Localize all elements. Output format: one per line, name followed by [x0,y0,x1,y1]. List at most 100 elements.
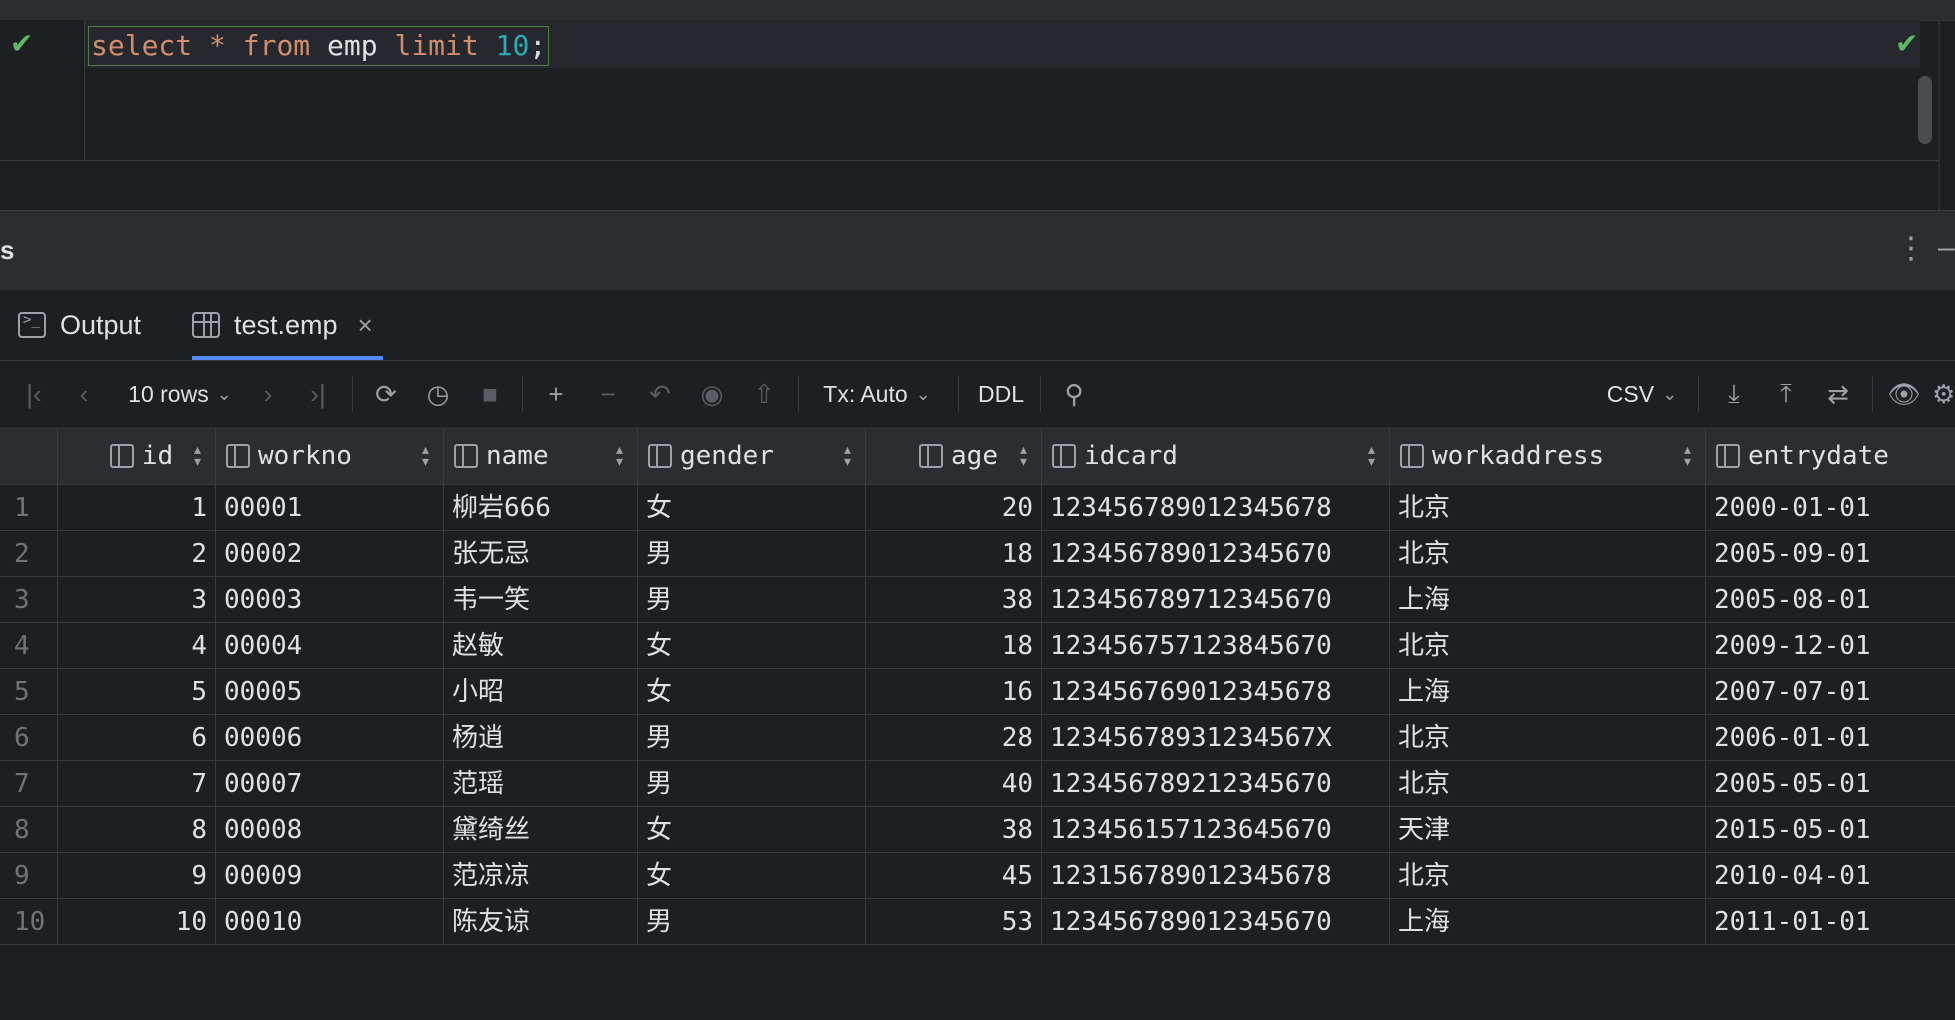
add-row-icon[interactable]: + [538,374,574,414]
cell-gender[interactable]: 女 [638,485,866,531]
table-row[interactable]: 5 5 00005 小昭女 16 123456769012345678 上海 2007-07-… [0,669,1955,715]
more-options-icon[interactable]: ⋮ [1896,231,1926,266]
close-tab-icon[interactable]: × [358,310,373,341]
cell-workno[interactable]: 00006 [216,715,444,761]
cell-age[interactable]: 45 [866,853,1042,899]
table-row[interactable]: 6 6 00006 杨逍男 28 12345678931234567X 北京 2006-01-… [0,715,1955,761]
cell-name[interactable]: 张无忌 [444,531,638,577]
cell-name[interactable]: 陈友谅 [444,899,638,945]
sql-statement[interactable]: select * from emp limit 10; [88,26,550,66]
download-icon[interactable]: ⤓ [1716,374,1752,414]
cell-gender[interactable]: 男 [638,715,866,761]
cell-id[interactable]: 6 [58,715,216,761]
view-eye-icon[interactable]: 👁 [1886,374,1922,414]
table-row[interactable]: 7 7 00007 范瑶男 40 123456789212345670 北京 2005-05-… [0,761,1955,807]
cell-entrydate[interactable]: 2005-05-01 [1706,761,1955,807]
editor-scrollbar[interactable] [1918,76,1932,144]
cell-id[interactable]: 2 [58,531,216,577]
transaction-mode-dropdown[interactable]: Tx: Auto ⌄ [818,374,936,414]
column-header-age[interactable]: age ▴ ▾ [866,427,1042,485]
cell-id[interactable]: 1 [58,485,216,531]
cell-idcard[interactable]: 123456789012345678 [1042,485,1390,531]
cell-age[interactable]: 28 [866,715,1042,761]
cell-id[interactable]: 4 [58,623,216,669]
stop-icon[interactable]: ■ [472,374,508,414]
cell-workaddress[interactable]: 天津 [1390,807,1706,853]
cell-workno[interactable]: 00001 [216,485,444,531]
table-row[interactable]: 1 1 00001 柳岩666 女 20 123456789012345678 北京 2000-… [0,485,1955,531]
column-header-idcard[interactable]: idcard ▴ ▾ [1042,427,1390,485]
cell-name[interactable]: 杨逍 [444,715,638,761]
sort-icon[interactable]: ▴ ▾ [422,442,429,468]
cell-entrydate[interactable]: 2015-05-01 [1706,807,1955,853]
cell-id[interactable]: 8 [58,807,216,853]
cell-age[interactable]: 18 [866,531,1042,577]
cell-id[interactable]: 7 [58,761,216,807]
column-header-workaddress[interactable]: workaddress ▴ ▾ [1390,427,1706,485]
cell-workno[interactable]: 00002 [216,531,444,577]
sort-icon[interactable]: ▴ ▾ [1020,442,1027,468]
cell-name[interactable]: 柳岩666 [444,485,638,531]
cell-idcard[interactable]: 123456789012345670 [1042,899,1390,945]
cell-workno[interactable]: 00008 [216,807,444,853]
cell-workno[interactable]: 00010 [216,899,444,945]
first-page-icon[interactable]: |‹ [18,374,50,414]
cell-entrydate[interactable]: 2007-07-01 [1706,669,1955,715]
cell-gender[interactable]: 男 [638,899,866,945]
delete-row-icon[interactable]: − [590,374,626,414]
cell-gender[interactable]: 女 [638,669,866,715]
cell-gender[interactable]: 男 [638,761,866,807]
cell-workaddress[interactable]: 上海 [1390,577,1706,623]
cell-gender[interactable]: 女 [638,623,866,669]
refresh-icon[interactable]: ⟳ [368,374,404,414]
cell-age[interactable]: 38 [866,807,1042,853]
cell-entrydate[interactable]: 2010-04-01 [1706,853,1955,899]
sort-icon[interactable]: ▴ ▾ [194,442,201,468]
cell-name[interactable]: 范凉凉 [444,853,638,899]
cell-idcard[interactable]: 12345678931234567X [1042,715,1390,761]
cell-workno[interactable]: 00007 [216,761,444,807]
cell-id[interactable]: 3 [58,577,216,623]
upload-icon[interactable]: ⤒ [1768,374,1804,414]
cell-workno[interactable]: 00003 [216,577,444,623]
column-header-workno[interactable]: workno ▴ ▾ [216,427,444,485]
sort-icon[interactable]: ▴ ▾ [1368,442,1375,468]
cell-workaddress[interactable]: 北京 [1390,531,1706,577]
cell-gender[interactable]: 女 [638,807,866,853]
cell-entrydate[interactable]: 2000-01-01 [1706,485,1955,531]
cell-workaddress[interactable]: 北京 [1390,485,1706,531]
table-row[interactable]: 4 4 00004 赵敏女 18 123456757123845670 北京 2009-12-… [0,623,1955,669]
minimize-icon[interactable]: – [1938,231,1955,265]
cell-id[interactable]: 9 [58,853,216,899]
table-row[interactable]: 10 10 00010 陈友谅男 53 123456789012345670 上海 2011-… [0,899,1955,945]
cell-gender[interactable]: 女 [638,853,866,899]
pin-icon[interactable]: ⚲ [1056,374,1092,414]
cell-idcard[interactable]: 123456789212345670 [1042,761,1390,807]
compare-icon[interactable]: ⇄ [1820,374,1856,414]
previous-page-icon[interactable]: ‹ [68,374,100,414]
settings-gear-icon[interactable]: ⚙ [1932,374,1954,414]
cell-entrydate[interactable]: 2009-12-01 [1706,623,1955,669]
cell-idcard[interactable]: 123456789712345670 [1042,577,1390,623]
cell-gender[interactable]: 男 [638,531,866,577]
cell-workno[interactable]: 00005 [216,669,444,715]
cell-name[interactable]: 范瑶 [444,761,638,807]
cell-idcard[interactable]: 123456769012345678 [1042,669,1390,715]
cell-idcard[interactable]: 123456789012345670 [1042,531,1390,577]
rows-per-page-dropdown[interactable]: 10 rows ⌄ [120,374,240,414]
column-header-entrydate[interactable]: entrydate [1706,427,1955,485]
cell-workaddress[interactable]: 北京 [1390,623,1706,669]
cell-age[interactable]: 53 [866,899,1042,945]
cell-workaddress[interactable]: 北京 [1390,715,1706,761]
cell-age[interactable]: 20 [866,485,1042,531]
sql-editor[interactable]: ✔ select * from emp limit 10; ✔ [0,0,1955,210]
next-page-icon[interactable]: › [252,374,284,414]
cell-name[interactable]: 黛绮丝 [444,807,638,853]
cell-name[interactable]: 赵敏 [444,623,638,669]
column-header-id[interactable]: id ▴ ▾ [58,427,216,485]
cell-workaddress[interactable]: 上海 [1390,669,1706,715]
cell-age[interactable]: 38 [866,577,1042,623]
table-row[interactable]: 8 8 00008 黛绮丝女 38 123456157123645670 天津 2015-05… [0,807,1955,853]
cell-id[interactable]: 5 [58,669,216,715]
cell-workaddress[interactable]: 上海 [1390,899,1706,945]
